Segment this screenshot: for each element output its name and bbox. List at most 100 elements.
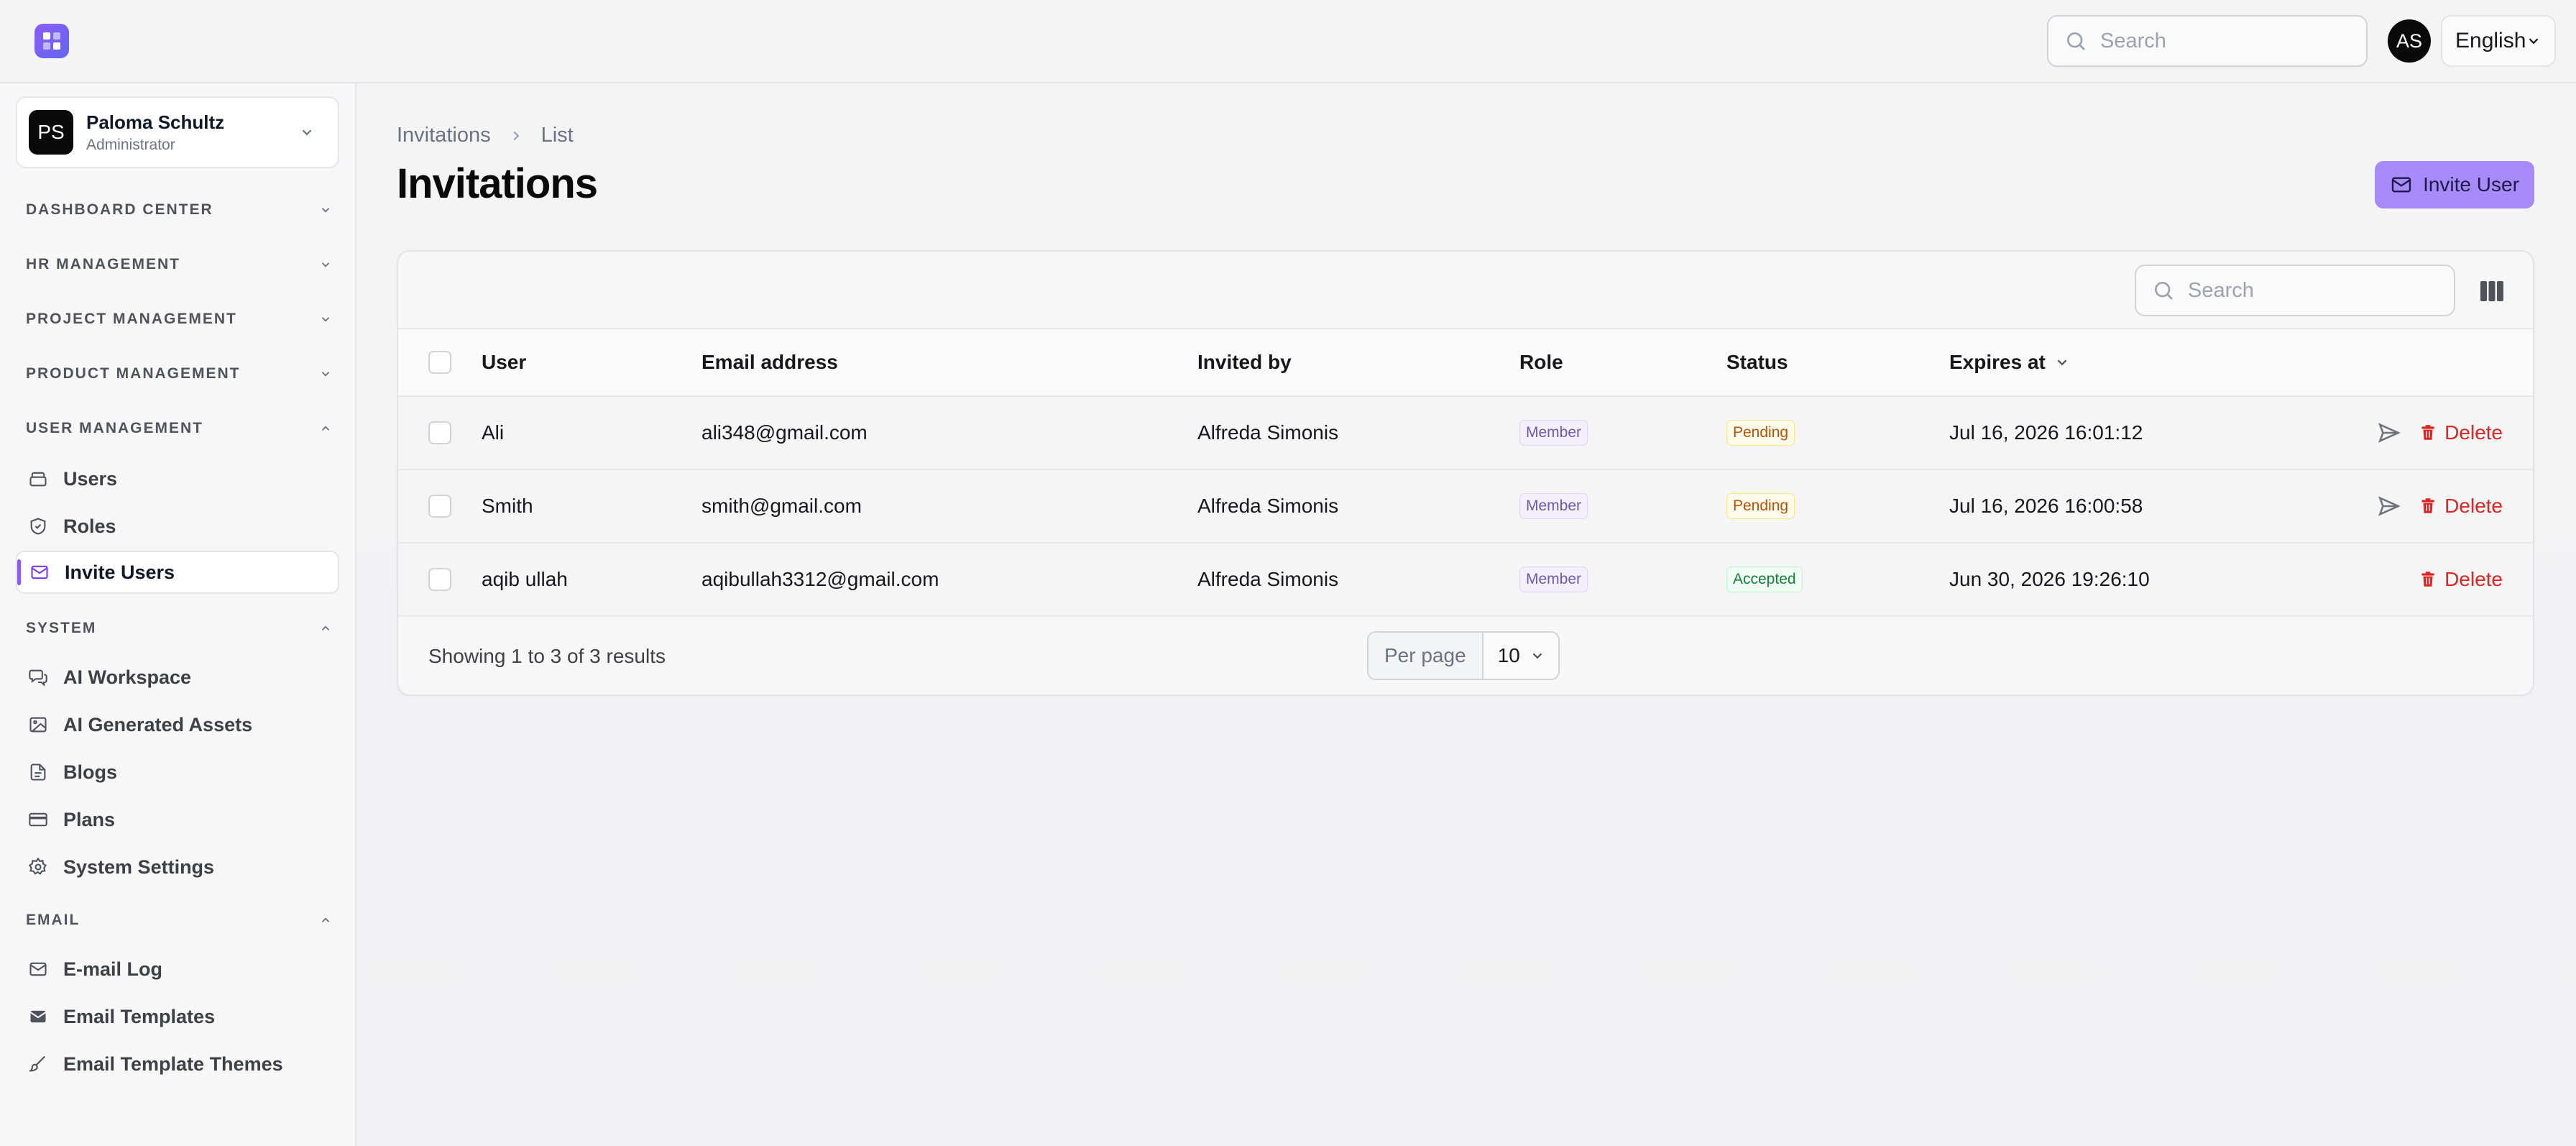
nav-group-product-management[interactable]: PRODUCT MANAGEMENT — [26, 365, 332, 382]
nav-group-project-management[interactable]: PROJECT MANAGEMENT — [26, 311, 332, 328]
search-icon — [2152, 279, 2175, 302]
invite-user-button[interactable]: Invite User — [2375, 161, 2534, 208]
table-header: User Email address Invited by Role Statu… — [398, 329, 2533, 397]
cell-invited-by: Alfreda Simonis — [1197, 568, 1339, 590]
row-actions: Delete — [2377, 397, 2503, 469]
per-page-value-wrap: 10 — [1484, 633, 1558, 679]
language-value: English — [2455, 29, 2526, 52]
row-checkbox[interactable] — [428, 568, 451, 591]
column-header-expires-sort[interactable]: Expires at — [1949, 329, 2070, 395]
sidebar: PS Paloma Schultz Administrator DASHBOAR… — [0, 83, 356, 1146]
resend-invite-icon[interactable] — [2377, 494, 2401, 518]
global-search-input[interactable]: Search — [2047, 15, 2368, 67]
nav-group-label: SYSTEM — [26, 620, 97, 636]
chevron-down-icon — [319, 258, 332, 271]
nav-group-label: PRODUCT MANAGEMENT — [26, 365, 241, 382]
nav-group-user-management[interactable]: USER MANAGEMENT — [26, 420, 332, 437]
sidebar-item-label: E-mail Log — [63, 958, 163, 980]
sidebar-item-blogs[interactable]: Blogs — [16, 751, 339, 794]
sidebar-item-label: System Settings — [63, 856, 215, 878]
column-header-status[interactable]: Status — [1726, 329, 1788, 395]
envelope-filled-icon — [27, 1006, 49, 1027]
user-info: Paloma Schultz Administrator — [86, 111, 224, 154]
role-badge: Member — [1519, 493, 1588, 519]
account-avatar[interactable]: AS — [2388, 19, 2431, 63]
cell-expires: Jun 30, 2026 19:26:10 — [1949, 568, 2150, 590]
sidebar-item-roles[interactable]: Roles — [16, 505, 339, 548]
nav-group-email[interactable]: EMAIL — [26, 912, 332, 929]
user-role: Administrator — [86, 136, 175, 153]
chat-bubbles-icon — [27, 666, 49, 688]
row-checkbox[interactable] — [428, 421, 451, 444]
row-actions: Delete — [2377, 470, 2503, 542]
cell-user: aqib ullah — [482, 568, 568, 590]
sidebar-item-ai-workspace[interactable]: AI Workspace — [16, 656, 339, 699]
sidebar-item-invite-users[interactable]: Invite Users — [16, 551, 339, 594]
cell-role: Member — [1519, 397, 1588, 469]
select-all-checkbox[interactable] — [428, 351, 451, 374]
paintbrush-icon — [27, 1053, 49, 1075]
delete-button[interactable]: Delete — [2419, 495, 2503, 518]
nav-group-hr-management[interactable]: HR MANAGEMENT — [26, 256, 332, 273]
envelope-icon — [27, 958, 49, 980]
trash-icon — [2419, 423, 2437, 443]
user-switcher[interactable]: PS Paloma Schultz Administrator — [16, 96, 339, 168]
sidebar-item-label: AI Generated Assets — [63, 713, 253, 735]
cell-role: Member — [1519, 470, 1588, 542]
cell-email: smith@gmail.com — [702, 495, 862, 517]
sidebar-item-label: AI Workspace — [63, 666, 192, 688]
main-content: Invitations List Invitations Invite User… — [356, 83, 2576, 1146]
delete-button[interactable]: Delete — [2419, 568, 2503, 591]
column-header-user[interactable]: User — [482, 329, 526, 395]
pagination-summary: Showing 1 to 3 of 3 results — [428, 645, 666, 667]
table-toolbar: Search — [398, 252, 2533, 329]
credit-card-icon — [27, 809, 49, 830]
column-header-invited-by[interactable]: Invited by — [1197, 329, 1292, 395]
resend-invite-icon[interactable] — [2377, 421, 2401, 445]
row-select-cell — [428, 544, 451, 615]
table-row: Smith smith@gmail.com Alfreda Simonis Me… — [398, 470, 2533, 544]
table-footer: Showing 1 to 3 of 3 results Per page 10 — [398, 617, 2533, 695]
per-page-select[interactable]: Per page 10 — [1367, 631, 1560, 680]
cell-user: Ali — [482, 421, 505, 444]
chevron-right-icon — [508, 128, 524, 144]
column-header-role[interactable]: Role — [1519, 329, 1563, 395]
row-checkbox[interactable] — [428, 495, 451, 518]
sidebar-item-users[interactable]: Users — [16, 457, 339, 500]
column-header-email[interactable]: Email address — [702, 329, 838, 395]
invite-user-label: Invite User — [2423, 173, 2519, 196]
chevron-down-icon — [319, 367, 332, 380]
document-icon — [27, 761, 49, 783]
row-actions: Delete — [2419, 544, 2503, 615]
sidebar-item-email-templates[interactable]: Email Templates — [16, 995, 339, 1038]
nav-group-dashboard-center[interactable]: DASHBOARD CENTER — [26, 201, 332, 219]
cell-expires: Jul 16, 2026 16:00:58 — [1949, 495, 2143, 517]
breadcrumb-link-invitations[interactable]: Invitations — [397, 124, 491, 147]
cell-email: aqibullah3312@gmail.com — [702, 568, 939, 590]
sidebar-item-plans[interactable]: Plans — [16, 798, 339, 841]
table-search-input[interactable]: Search — [2135, 265, 2455, 316]
sidebar-item-email-template-themes[interactable]: Email Template Themes — [16, 1042, 339, 1086]
per-page-value: 10 — [1497, 644, 1520, 666]
chevron-down-icon — [1530, 648, 1545, 664]
column-toggle-icon[interactable] — [2480, 280, 2504, 302]
table-search-placeholder: Search — [2188, 278, 2254, 302]
role-badge: Member — [1519, 567, 1588, 592]
nav-group-label: PROJECT MANAGEMENT — [26, 311, 237, 327]
nav-group-system[interactable]: SYSTEM — [26, 620, 332, 637]
cell-invited-by: Alfreda Simonis — [1197, 421, 1339, 444]
language-select[interactable]: English — [2441, 15, 2556, 67]
delete-label: Delete — [2444, 421, 2503, 444]
sidebar-item-ai-generated-assets[interactable]: AI Generated Assets — [16, 703, 339, 746]
cell-status: Pending — [1726, 470, 1795, 542]
sidebar-item-system-settings[interactable]: System Settings — [16, 845, 339, 889]
chevron-down-icon — [319, 313, 332, 326]
top-bar: Search AS English — [0, 0, 2576, 83]
nav-group-label: EMAIL — [26, 912, 80, 928]
delete-button[interactable]: Delete — [2419, 421, 2503, 444]
shield-icon — [27, 515, 49, 537]
nav-group-label: HR MANAGEMENT — [26, 256, 180, 272]
app-logo-icon[interactable] — [34, 24, 69, 58]
sidebar-item-email-log[interactable]: E-mail Log — [16, 948, 339, 991]
status-badge: Pending — [1726, 493, 1795, 519]
